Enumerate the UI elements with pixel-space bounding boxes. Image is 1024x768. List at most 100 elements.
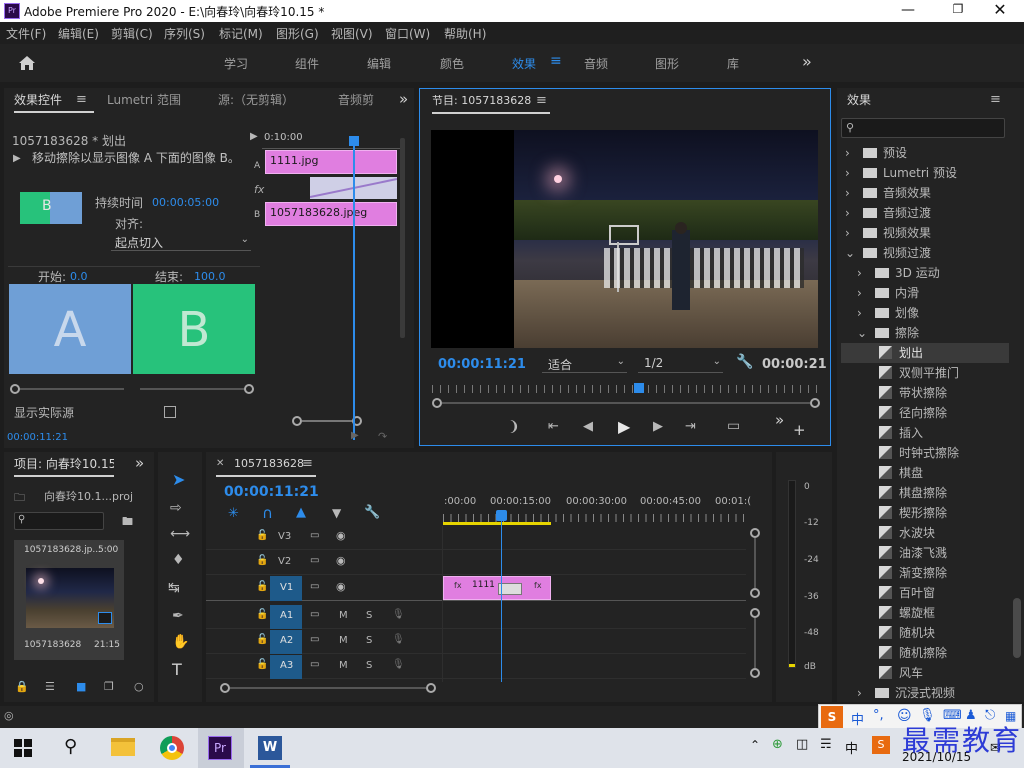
lock-track-icon[interactable]: 🔓 bbox=[256, 581, 268, 592]
workspace-learn[interactable]: 学习 bbox=[224, 55, 248, 72]
menu-help[interactable]: 帮助(H) bbox=[444, 25, 486, 42]
sync-lock-icon[interactable]: ▭ bbox=[310, 555, 319, 566]
wrench-icon[interactable]: 🔧 bbox=[736, 354, 753, 370]
export-icon[interactable]: ↷ bbox=[378, 430, 387, 443]
step-back-icon[interactable]: ◀ bbox=[583, 419, 593, 434]
sync-lock-icon[interactable]: ▭ bbox=[310, 609, 319, 620]
ime-logo-icon[interactable]: S bbox=[821, 706, 843, 728]
alignment-dropdown[interactable]: 起点切入 ⌄ bbox=[111, 233, 251, 251]
lock-track-icon[interactable]: 🔓 bbox=[256, 555, 268, 566]
ime-punct[interactable]: °, bbox=[873, 708, 884, 723]
workspace-effects[interactable]: 效果 bbox=[512, 55, 536, 72]
chevron-right-icon[interactable]: › bbox=[857, 283, 862, 303]
zoom-handle-icon[interactable]: ○ bbox=[134, 680, 144, 693]
panel-menu-icon[interactable]: ≡ bbox=[76, 92, 87, 107]
slip-tool-icon[interactable]: ↹ bbox=[168, 580, 180, 596]
add-button-icon[interactable]: + bbox=[793, 421, 806, 439]
effects-tree-item[interactable]: › 预设 bbox=[841, 143, 1009, 163]
effects-tree-item[interactable]: › 音频过渡 bbox=[841, 203, 1009, 223]
step-forward-icon[interactable]: ▶ bbox=[653, 419, 663, 434]
v1-clip[interactable]: fx 1111 fx bbox=[443, 576, 551, 600]
chevron-right-icon[interactable]: › bbox=[845, 163, 850, 183]
eye-icon[interactable]: ◉ bbox=[336, 529, 346, 542]
effects-tree-item[interactable]: 渐变擦除 bbox=[841, 563, 1009, 583]
effects-search-input[interactable]: ⚲ bbox=[841, 118, 1005, 138]
premiere-taskbar-icon[interactable]: Pr bbox=[208, 736, 232, 760]
list-view-icon[interactable]: ☰ bbox=[45, 680, 55, 693]
tray-ime-icon[interactable]: S bbox=[872, 736, 890, 754]
fit-dropdown[interactable]: 适合 ⌄ bbox=[542, 355, 627, 373]
minimize-button[interactable]: — bbox=[893, 2, 923, 20]
timeline-timecode[interactable]: 00:00:11:21 bbox=[224, 484, 319, 500]
effects-tree-item[interactable]: ⌄ 擦除 bbox=[841, 323, 1009, 343]
chevron-right-icon[interactable]: › bbox=[845, 143, 850, 163]
maximize-button[interactable]: ❐ bbox=[943, 2, 973, 20]
play-audio-icon[interactable]: ▶ bbox=[351, 430, 359, 441]
menu-marker[interactable]: 标记(M) bbox=[219, 25, 263, 42]
menu-clip[interactable]: 剪辑(C) bbox=[111, 25, 153, 42]
lock-track-icon[interactable]: 🔓 bbox=[256, 659, 268, 670]
effects-tree-item[interactable]: 随机块 bbox=[841, 623, 1009, 643]
chevron-right-icon[interactable]: › bbox=[857, 303, 862, 323]
home-icon[interactable] bbox=[18, 55, 36, 71]
program-scrollbar[interactable] bbox=[432, 397, 820, 409]
razor-tool-icon[interactable]: ♦ bbox=[172, 552, 185, 568]
ec-scrollbar[interactable] bbox=[292, 416, 362, 426]
chevron-down-icon[interactable]: ⌄ bbox=[857, 323, 867, 343]
effects-tree-item[interactable]: 径向擦除 bbox=[841, 403, 1009, 423]
workspace-color[interactable]: 颜色 bbox=[440, 55, 464, 72]
effects-tree-item[interactable]: › 音频效果 bbox=[841, 183, 1009, 203]
mute-button[interactable]: M bbox=[339, 660, 348, 671]
ec-playhead[interactable] bbox=[353, 136, 355, 440]
chevron-right-icon[interactable]: › bbox=[845, 223, 850, 243]
microphone-icon[interactable]: 🎙 bbox=[392, 659, 405, 670]
timeline-vscroll[interactable] bbox=[750, 528, 760, 678]
microphone-icon[interactable]: 🎙 bbox=[392, 609, 405, 620]
effects-tree-item[interactable]: 油漆飞溅 bbox=[841, 543, 1009, 563]
lock-track-icon[interactable]: 🔓 bbox=[256, 530, 268, 541]
new-bin-icon[interactable]: 🖿 bbox=[122, 513, 133, 532]
effects-tree-item[interactable]: 楔形擦除 bbox=[841, 503, 1009, 523]
track-v2-label[interactable]: V2 bbox=[278, 556, 291, 567]
ime-lang[interactable]: 中 bbox=[851, 709, 864, 728]
track-a2-label[interactable]: A2 bbox=[280, 635, 293, 646]
effects-tree-item[interactable]: 带状擦除 bbox=[841, 383, 1009, 403]
start-value[interactable]: 0.0 bbox=[70, 270, 88, 283]
ec-current-time[interactable]: 00:00:11:21 bbox=[7, 432, 68, 443]
tabs-overflow-icon[interactable]: » bbox=[399, 90, 408, 108]
effects-tree-item[interactable]: 棋盘 bbox=[841, 463, 1009, 483]
effects-tree-item[interactable]: 插入 bbox=[841, 423, 1009, 443]
menu-sequence[interactable]: 序列(S) bbox=[164, 25, 205, 42]
solo-button[interactable]: S bbox=[366, 660, 372, 671]
ec-playhead-handle[interactable] bbox=[349, 136, 359, 146]
workspace-overflow-icon[interactable]: » bbox=[802, 52, 812, 71]
chrome-icon[interactable] bbox=[160, 736, 184, 760]
timeline-hscroll[interactable] bbox=[220, 682, 436, 694]
mute-button[interactable]: M bbox=[339, 635, 348, 646]
add-marker-icon[interactable]: ▲ bbox=[296, 505, 306, 520]
effects-tree-item[interactable]: 棋盘擦除 bbox=[841, 483, 1009, 503]
tray-expand-icon[interactable]: ⌃ bbox=[750, 738, 760, 752]
tab-lumetri-scopes[interactable]: Lumetri 范围 bbox=[107, 88, 181, 112]
tray-app-icon[interactable]: ⊕ bbox=[772, 737, 783, 752]
ec-clip-a[interactable]: 1111.jpg bbox=[265, 150, 397, 174]
project-overflow-icon[interactable]: » bbox=[135, 454, 144, 472]
end-value[interactable]: 100.0 bbox=[194, 270, 226, 283]
effects-tree-item[interactable]: 划出 bbox=[841, 343, 1009, 363]
menu-window[interactable]: 窗口(W) bbox=[385, 25, 430, 42]
lock-track-icon[interactable]: 🔓 bbox=[256, 634, 268, 645]
effects-tree-item[interactable]: 螺旋框 bbox=[841, 603, 1009, 623]
effects-tree-item[interactable]: 风车 bbox=[841, 663, 1009, 683]
tab-source[interactable]: 源:（无剪辑） bbox=[218, 88, 294, 112]
mark-in-icon[interactable]: ❩ bbox=[508, 419, 520, 435]
effects-tree-item[interactable]: 百叶窗 bbox=[841, 583, 1009, 603]
workspace-audio[interactable]: 音频 bbox=[584, 55, 608, 72]
effects-tree-item[interactable]: › 沉浸式视频 bbox=[841, 683, 1009, 703]
effects-tree-item[interactable]: 时钟式擦除 bbox=[841, 443, 1009, 463]
menu-graphics[interactable]: 图形(G) bbox=[276, 25, 319, 42]
sync-lock-icon[interactable]: ▭ bbox=[310, 659, 319, 670]
show-actual-sources-checkbox[interactable] bbox=[164, 406, 176, 418]
selection-tool-icon[interactable]: ➤ bbox=[172, 470, 185, 489]
lock-track-icon[interactable]: 🔓 bbox=[256, 609, 268, 620]
project-clip-item[interactable]: 1057183628.jp... 5:00 1057183628 21:15 bbox=[14, 540, 124, 660]
